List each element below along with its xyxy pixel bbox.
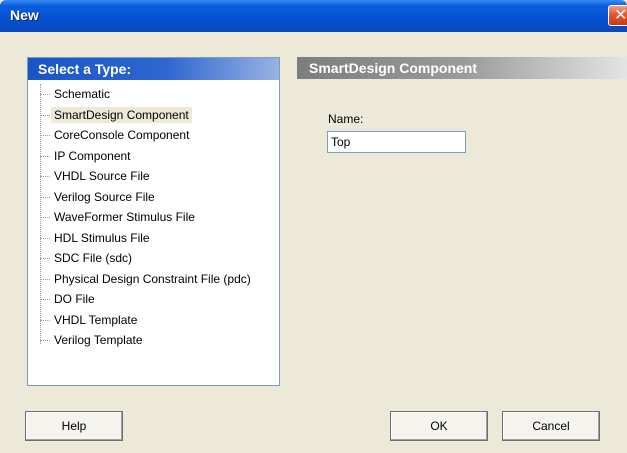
window-title: New	[10, 7, 39, 23]
tree-item-verilog-template[interactable]: Verilog Template	[28, 330, 279, 351]
cancel-button[interactable]: Cancel	[502, 411, 600, 441]
tree-item-label: DO File	[54, 292, 95, 306]
tree-item-label: WaveFormer Stimulus File	[54, 210, 195, 224]
tree-item-vhdl-template[interactable]: VHDL Template	[28, 310, 279, 331]
type-tree: Schematic SmartDesign Component CoreCons…	[28, 84, 279, 351]
tree-item-smartdesign-component[interactable]: SmartDesign Component	[28, 105, 279, 126]
type-list-panel: Select a Type: Schematic SmartDesign Com…	[27, 57, 280, 386]
close-button[interactable]: ✕	[608, 5, 627, 26]
tree-item-pdc-file[interactable]: Physical Design Constraint File (pdc)	[28, 269, 279, 290]
tree-item-label: IP Component	[54, 148, 131, 163]
tree-item-label: Verilog Template	[54, 333, 143, 347]
tree-item-label: Schematic	[54, 87, 111, 101]
tree-item-sdc-file[interactable]: SDC File (sdc)	[28, 248, 279, 269]
tree-item-label: Physical Design Constraint File (pdc)	[54, 271, 251, 286]
detail-header: SmartDesign Component	[297, 57, 627, 79]
tree-item-label: VHDL Template	[54, 312, 138, 327]
name-label: Name:	[328, 112, 364, 126]
type-list-header: Select a Type:	[28, 58, 279, 80]
close-icon: ✕	[614, 5, 627, 24]
tree-item-label: CoreConsole Component	[54, 128, 190, 142]
tree-item-do-file[interactable]: DO File	[28, 289, 279, 310]
tree-item-label: SDC File (sdc)	[54, 251, 133, 265]
ok-button[interactable]: OK	[390, 411, 488, 441]
tree-item-label: VHDL Source File	[54, 169, 150, 183]
name-input[interactable]	[327, 131, 466, 153]
tree-item-verilog-source-file[interactable]: Verilog Source File	[28, 187, 279, 208]
tree-item-hdl-stimulus-file[interactable]: HDL Stimulus File	[28, 228, 279, 249]
title-bar: New ✕	[0, 0, 627, 32]
detail-header-label: SmartDesign Component	[309, 60, 478, 76]
type-list-header-label: Select a Type:	[38, 61, 132, 77]
tree-item-ip-component[interactable]: IP Component	[28, 146, 279, 167]
tree-item-waveformer-stimulus-file[interactable]: WaveFormer Stimulus File	[28, 207, 279, 228]
tree-item-vhdl-source-file[interactable]: VHDL Source File	[28, 166, 279, 187]
tree-item-coreconsole-component[interactable]: CoreConsole Component	[28, 125, 279, 146]
tree-item-label: Verilog Source File	[54, 189, 155, 204]
tree-item-schematic[interactable]: Schematic	[28, 84, 279, 105]
tree-item-label: SmartDesign Component	[51, 106, 192, 123]
tree-item-label: HDL Stimulus File	[54, 230, 150, 245]
help-button[interactable]: Help	[25, 411, 123, 441]
